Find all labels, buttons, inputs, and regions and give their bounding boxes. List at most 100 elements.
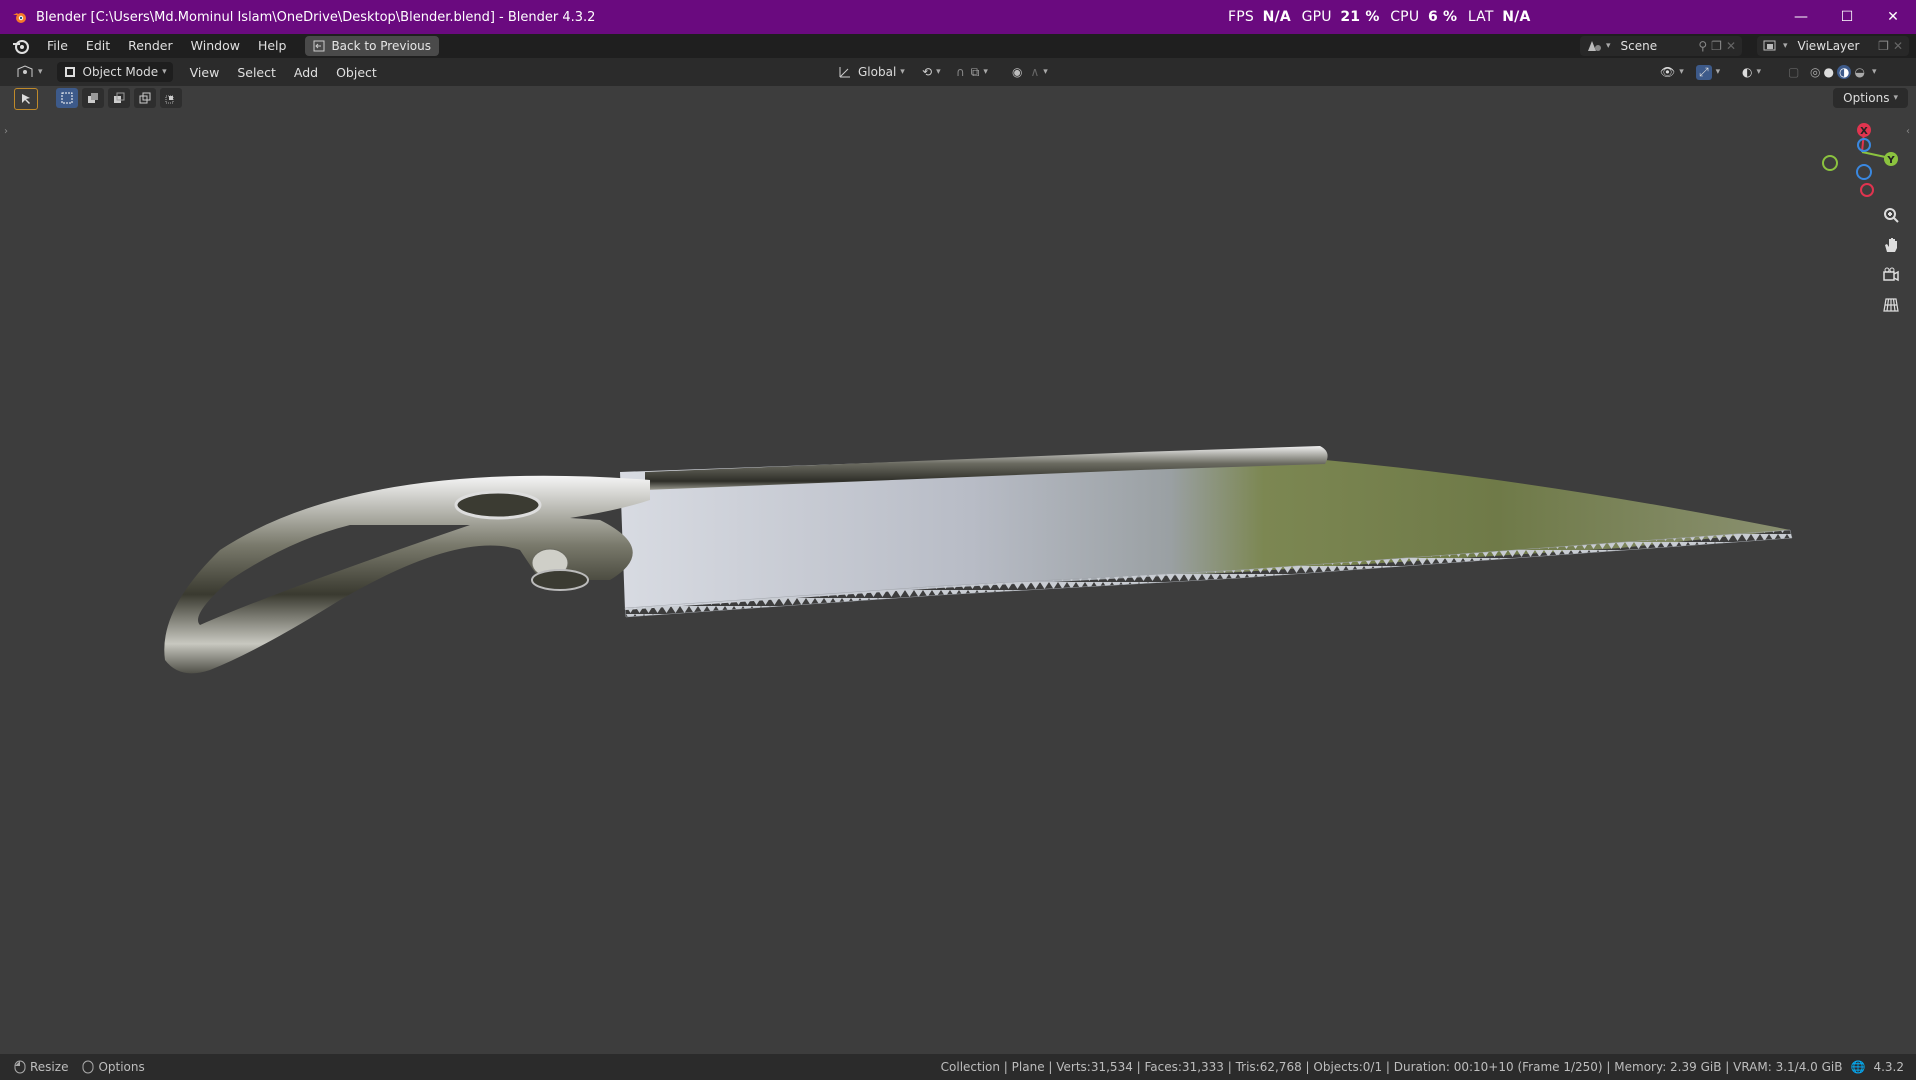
global-orientation-icon xyxy=(839,67,850,78)
pin-icon[interactable]: ⚲ xyxy=(1698,39,1707,53)
xray-icon: ▢ xyxy=(1788,65,1800,79)
material-preview-shading-icon[interactable]: ◑ xyxy=(1836,65,1852,79)
wireframe-shading-icon[interactable]: ◎ xyxy=(1810,65,1820,79)
chevron-down-icon: ▾ xyxy=(1893,93,1898,103)
chevron-down-icon: ▾ xyxy=(1606,41,1611,51)
proportional-editing-icon: ◉ xyxy=(1012,65,1023,79)
view-layer-selector[interactable]: ▾ ViewLayer ❐ ✕ xyxy=(1757,36,1909,56)
camera-view-button[interactable] xyxy=(1877,261,1905,289)
neg-z-axis-handle[interactable] xyxy=(1856,164,1872,180)
menu-object[interactable]: Object xyxy=(327,65,386,80)
rendered-shading-icon[interactable]: ◒ xyxy=(1854,65,1864,79)
select-intersect-icon xyxy=(165,95,174,104)
navigation-gizmo[interactable]: X Y xyxy=(1818,120,1898,200)
shading-modes: ◎ ● ◑ ◒ ▾ xyxy=(1810,65,1876,79)
sidebar-expand-arrow[interactable]: ‹ xyxy=(1906,126,1910,137)
lat-label: LAT xyxy=(1467,9,1494,25)
gizmo-toggle[interactable]: ⤢ ▾ xyxy=(1696,64,1720,80)
mouse-right-icon xyxy=(82,1060,94,1074)
options-label: Options xyxy=(1843,91,1890,105)
x-axis-label: X xyxy=(1860,126,1868,137)
chevron-down-icon: ▾ xyxy=(1679,67,1684,77)
menu-window[interactable]: Window xyxy=(182,34,249,58)
new-scene-icon[interactable]: ❐ xyxy=(1711,39,1722,53)
fps-value: N/A xyxy=(1262,9,1291,25)
proportional-editing-toggle[interactable]: ◉ ∧ ▾ xyxy=(1012,65,1048,79)
chevron-down-icon: ▾ xyxy=(900,67,905,77)
view-layer-name: ViewLayer xyxy=(1797,39,1860,53)
options-dropdown[interactable]: Options ▾ xyxy=(1833,88,1908,108)
menu-add[interactable]: Add xyxy=(285,65,327,80)
solid-shading-icon[interactable]: ● xyxy=(1823,65,1833,79)
scene-selector[interactable]: ▾ Scene ⚲ ❐ ✕ xyxy=(1580,36,1742,56)
saw-grip-hole xyxy=(454,490,542,520)
back-to-previous-label: Back to Previous xyxy=(331,39,431,53)
blender-logo-icon[interactable] xyxy=(12,37,30,55)
orientation-label: Global xyxy=(858,65,897,79)
pivot-point-selector[interactable]: ⟲ ▾ xyxy=(922,65,941,79)
delete-view-layer-icon[interactable]: ✕ xyxy=(1893,39,1903,53)
grid-perspective-icon xyxy=(1883,298,1899,312)
delete-scene-icon[interactable]: ✕ xyxy=(1726,39,1736,53)
new-view-layer-icon[interactable]: ❐ xyxy=(1878,39,1889,53)
neg-x-axis-handle[interactable] xyxy=(1860,183,1874,197)
overlays-toggle[interactable]: ◐ ▾ xyxy=(1742,65,1761,79)
menu-help[interactable]: Help xyxy=(249,34,296,58)
window-controls: — ☐ ✕ xyxy=(1778,0,1916,34)
select-extend-button[interactable] xyxy=(82,88,104,108)
menu-render[interactable]: Render xyxy=(119,34,182,58)
editor-type-selector[interactable]: ▾ xyxy=(16,65,43,79)
mode-selector[interactable]: Object Mode ▾ xyxy=(56,62,173,82)
window-titlebar: Blender [C:\Users\Md.Mominul Islam\OneDr… xyxy=(0,0,1916,34)
hand-icon xyxy=(1885,238,1897,252)
fps-label: FPS xyxy=(1228,9,1254,25)
select-extend-icon xyxy=(88,93,98,103)
chevron-down-icon[interactable]: ▾ xyxy=(1872,67,1877,77)
maximize-button[interactable]: ☐ xyxy=(1824,0,1870,34)
eye-icon: 👁 xyxy=(1660,65,1676,79)
select-tool-button[interactable] xyxy=(14,88,38,110)
hint-resize: Resize xyxy=(14,1060,68,1074)
visibility-selector[interactable]: 👁 ▾ xyxy=(1660,65,1684,79)
toolbar-expand-arrow[interactable]: › xyxy=(4,126,8,137)
magnet-icon: ∩ xyxy=(956,65,965,79)
gpu-label: GPU xyxy=(1301,9,1332,25)
menu-view[interactable]: View xyxy=(181,65,229,80)
saw-3d-model[interactable] xyxy=(140,430,1820,720)
menu-file[interactable]: File xyxy=(38,34,77,58)
xray-toggle[interactable]: ▢ xyxy=(1788,65,1799,79)
saw-lower-hole xyxy=(531,569,589,591)
chevron-down-icon: ▾ xyxy=(1043,67,1048,77)
mouse-left-icon xyxy=(14,1060,26,1074)
perspective-toggle-button[interactable] xyxy=(1877,291,1905,319)
tool-options-row xyxy=(14,88,182,110)
snap-toggle[interactable]: ∩ ⧉ ▾ xyxy=(956,65,988,80)
globe-icon: 🌐 xyxy=(1850,1060,1866,1074)
cursor-arrow-icon xyxy=(22,94,30,104)
neg-y-axis-handle[interactable] xyxy=(1822,155,1838,171)
falloff-icon: ∧ xyxy=(1030,65,1040,79)
select-difference-button[interactable] xyxy=(134,88,156,108)
snap-increment-icon: ⧉ xyxy=(970,64,980,79)
select-difference-icon xyxy=(139,92,151,104)
hint-resize-label: Resize xyxy=(30,1060,69,1074)
menu-select[interactable]: Select xyxy=(228,65,285,80)
minimize-button[interactable]: — xyxy=(1778,0,1824,34)
back-to-previous-button[interactable]: Back to Previous xyxy=(305,36,439,56)
close-button[interactable]: ✕ xyxy=(1870,0,1916,34)
zoom-tool-button[interactable] xyxy=(1877,201,1905,229)
select-new-button[interactable] xyxy=(56,88,78,108)
transform-orientation-selector[interactable]: Global ▾ xyxy=(838,65,905,79)
camera-icon xyxy=(1883,267,1899,282)
select-intersect-button[interactable] xyxy=(160,88,182,108)
menu-edit[interactable]: Edit xyxy=(77,34,119,58)
3d-viewport-icon xyxy=(17,65,33,77)
chevron-down-icon: ▾ xyxy=(983,67,988,77)
chevron-down-icon: ▾ xyxy=(1783,41,1788,51)
pan-tool-button[interactable] xyxy=(1877,231,1905,259)
hint-options-label: Options xyxy=(98,1060,145,1074)
hint-options: Options xyxy=(82,1060,145,1074)
version-label: 4.3.2 xyxy=(1873,1060,1904,1074)
select-subtract-button[interactable] xyxy=(108,88,130,108)
window-title: Blender [C:\Users\Md.Mominul Islam\OneDr… xyxy=(36,9,596,25)
